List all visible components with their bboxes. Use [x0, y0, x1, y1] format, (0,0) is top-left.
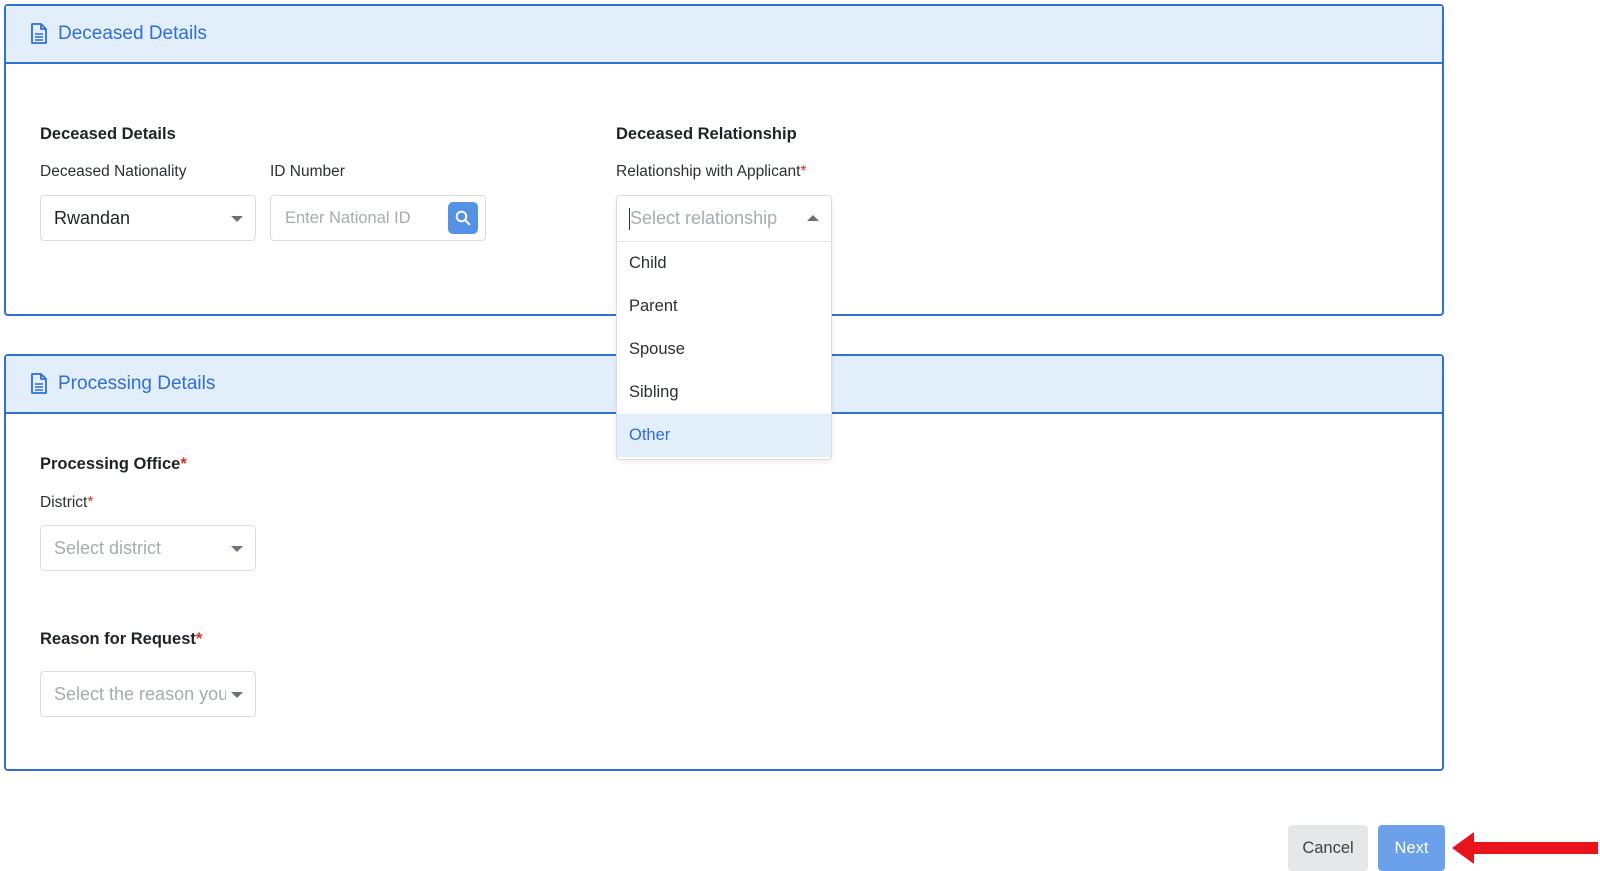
- deceased-relationship-title: Deceased Relationship: [616, 125, 797, 143]
- deceased-details-title: Deceased Details: [58, 23, 207, 44]
- reason-title-text: Reason for Request: [40, 630, 196, 648]
- relationship-option-child[interactable]: Child: [617, 242, 831, 285]
- chevron-down-icon: [231, 546, 243, 552]
- required-marker: *: [800, 163, 807, 180]
- search-icon: [455, 210, 471, 226]
- required-marker: *: [180, 455, 187, 473]
- id-number-field: [270, 195, 486, 241]
- relationship-label-text: Relationship with Applicant: [616, 163, 801, 180]
- id-number-input[interactable]: [285, 208, 445, 228]
- required-marker: *: [195, 630, 203, 648]
- nationality-select[interactable]: Rwandan: [40, 195, 256, 241]
- relationship-option-sibling[interactable]: Sibling: [617, 371, 831, 414]
- chevron-down-icon: [231, 692, 243, 698]
- processing-office-text: Processing Office: [40, 455, 181, 473]
- chevron-down-icon: [231, 216, 243, 222]
- required-marker: *: [87, 494, 94, 511]
- document-icon: [30, 23, 50, 45]
- next-button[interactable]: Next: [1378, 825, 1445, 871]
- district-placeholder: Select district: [54, 537, 162, 558]
- relationship-option-parent[interactable]: Parent: [617, 285, 831, 328]
- relationship-search-input[interactable]: Select relationship: [617, 196, 831, 242]
- relationship-option-other[interactable]: Other: [617, 414, 831, 457]
- red-arrow-icon: [1452, 832, 1598, 864]
- relationship-label: Relationship with Applicant*: [616, 163, 806, 181]
- reason-select[interactable]: Select the reason you: [40, 671, 256, 717]
- relationship-option-spouse[interactable]: Spouse: [617, 328, 831, 371]
- district-select[interactable]: Select district: [40, 525, 256, 571]
- relationship-dropdown[interactable]: Select relationship Child Parent Spouse …: [616, 195, 832, 460]
- cancel-button[interactable]: Cancel: [1288, 825, 1368, 871]
- reason-title: Reason for Request*: [40, 630, 202, 649]
- deceased-details-header: Deceased Details: [6, 6, 1442, 64]
- document-icon: [30, 373, 50, 395]
- reason-placeholder: Select the reason you: [54, 683, 226, 704]
- deceased-details-section-title: Deceased Details: [40, 125, 176, 143]
- relationship-placeholder: Select relationship: [630, 208, 778, 228]
- district-label: District*: [40, 494, 93, 512]
- id-search-button[interactable]: [448, 202, 478, 234]
- chevron-up-icon: [807, 214, 819, 221]
- id-number-label: ID Number: [270, 163, 345, 180]
- nationality-label: Deceased Nationality: [40, 163, 187, 180]
- processing-office-title: Processing Office*: [40, 455, 187, 474]
- nationality-value: Rwandan: [54, 207, 131, 228]
- processing-details-title: Processing Details: [58, 373, 216, 394]
- district-label-text: District: [40, 494, 88, 511]
